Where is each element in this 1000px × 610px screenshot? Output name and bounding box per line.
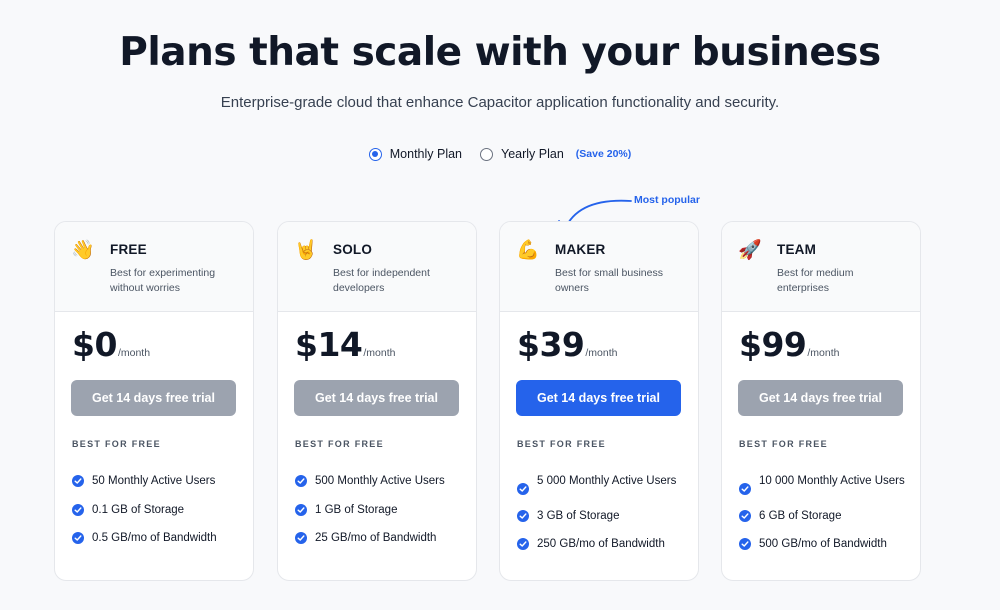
plan-header: 🤘 SOLO Best for independent developers bbox=[278, 222, 476, 312]
feature-item: 0.5 GB/mo of Bandwidth bbox=[72, 530, 242, 546]
price-period: /month bbox=[585, 347, 618, 359]
check-icon bbox=[517, 509, 529, 522]
feature-item: 250 GB/mo of Bandwidth bbox=[517, 536, 687, 552]
feature-text: 25 GB/mo of Bandwidth bbox=[315, 532, 437, 544]
check-icon bbox=[72, 475, 84, 487]
check-icon bbox=[739, 483, 751, 495]
free-trial-button[interactable]: Get 14 days free trial bbox=[738, 380, 903, 416]
features-section-label: BEST FOR FREE bbox=[517, 439, 606, 449]
yearly-plan-label: Yearly Plan bbox=[501, 147, 564, 161]
features-section-label: BEST FOR FREE bbox=[295, 439, 384, 449]
plan-price: $0 /month bbox=[72, 325, 150, 364]
price-amount: $0 bbox=[72, 325, 117, 364]
monthly-plan-option[interactable]: Monthly Plan bbox=[368, 147, 463, 161]
flexed-biceps-icon: 💪 bbox=[516, 240, 540, 261]
rocket-icon: 🚀 bbox=[738, 240, 762, 261]
feature-list: 50 Monthly Active Users 0.1 GB of Storag… bbox=[72, 473, 242, 559]
feature-text: 500 GB/mo of Bandwidth bbox=[759, 538, 887, 550]
feature-item: 500 Monthly Active Users bbox=[295, 473, 465, 489]
plan-card-solo: 🤘 SOLO Best for independent developers $… bbox=[277, 221, 477, 581]
plan-price: $99 /month bbox=[739, 325, 840, 364]
check-icon bbox=[295, 532, 307, 544]
feature-item: 0.1 GB of Storage bbox=[72, 502, 242, 518]
feature-item: 500 GB/mo of Bandwidth bbox=[739, 536, 909, 552]
feature-list: 5 000 Monthly Active Users 3 GB of Stora… bbox=[517, 473, 687, 565]
check-icon bbox=[295, 503, 307, 516]
monthly-plan-radio[interactable] bbox=[368, 147, 382, 161]
price-period: /month bbox=[807, 347, 840, 359]
feature-item: 50 Monthly Active Users bbox=[72, 473, 242, 489]
feature-text: 3 GB of Storage bbox=[537, 509, 620, 522]
page-title: Plans that scale with your business bbox=[119, 30, 881, 75]
check-icon bbox=[72, 532, 84, 544]
monthly-plan-label: Monthly Plan bbox=[389, 147, 463, 161]
plan-header: 💪 MAKER Best for small business owners bbox=[500, 222, 698, 312]
price-period: /month bbox=[117, 347, 151, 359]
feature-text: 0.5 GB/mo of Bandwidth bbox=[92, 532, 217, 544]
check-icon bbox=[295, 475, 307, 487]
plan-name: FREE bbox=[110, 242, 147, 257]
feature-item: 1 GB of Storage bbox=[295, 502, 465, 518]
check-icon bbox=[72, 503, 84, 516]
feature-text: 5 000 Monthly Active Users bbox=[537, 475, 677, 487]
feature-item: 5 000 Monthly Active Users bbox=[517, 473, 687, 495]
plan-name: SOLO bbox=[333, 242, 373, 257]
price-amount: $14 bbox=[295, 325, 363, 364]
plan-card-maker: 💪 MAKER Best for small business owners $… bbox=[499, 221, 699, 581]
feature-list: 10 000 Monthly Active Users 6 GB of Stor… bbox=[739, 473, 909, 565]
feature-item: 3 GB of Storage bbox=[517, 508, 687, 524]
plan-description: Best for independent developers bbox=[333, 267, 430, 294]
plan-price: $14 /month bbox=[295, 325, 396, 364]
yearly-plan-radio[interactable] bbox=[480, 147, 494, 161]
feature-text: 50 Monthly Active Users bbox=[92, 475, 216, 487]
price-amount: $99 bbox=[739, 325, 807, 364]
plan-description: Best for small business owners bbox=[555, 267, 663, 294]
feature-text: 500 Monthly Active Users bbox=[315, 475, 445, 487]
feature-text: 250 GB/mo of Bandwidth bbox=[537, 538, 665, 550]
feature-item: 6 GB of Storage bbox=[739, 508, 909, 524]
check-icon bbox=[517, 483, 529, 495]
plan-name: TEAM bbox=[777, 242, 817, 257]
rock-hand-icon: 🤘 bbox=[294, 240, 318, 261]
feature-list: 500 Monthly Active Users 1 GB of Storage… bbox=[295, 473, 465, 559]
feature-text: 0.1 GB of Storage bbox=[92, 503, 185, 516]
plan-header: 🚀 TEAM Best for medium enterprises bbox=[722, 222, 920, 312]
yearly-save-badge: (Save 20%) bbox=[575, 148, 632, 160]
price-period: /month bbox=[363, 347, 396, 359]
check-icon bbox=[517, 538, 529, 550]
plan-card-free: 👋 FREE Best for experimenting without wo… bbox=[54, 221, 254, 581]
feature-text: 6 GB of Storage bbox=[759, 509, 842, 522]
features-section-label: BEST FOR FREE bbox=[72, 439, 161, 449]
price-amount: $39 bbox=[517, 325, 585, 364]
yearly-plan-option[interactable]: Yearly Plan (Save 20%) bbox=[480, 147, 631, 161]
free-trial-button[interactable]: Get 14 days free trial bbox=[294, 380, 459, 416]
billing-toggle: Monthly Plan Yearly Plan (Save 20%) bbox=[0, 147, 1000, 161]
plan-description: Best for medium enterprises bbox=[777, 267, 854, 294]
feature-text: 1 GB of Storage bbox=[315, 503, 398, 516]
free-trial-button[interactable]: Get 14 days free trial bbox=[516, 380, 681, 416]
feature-text: 10 000 Monthly Active Users bbox=[759, 475, 905, 487]
features-section-label: BEST FOR FREE bbox=[739, 439, 828, 449]
waving-hand-icon: 👋 bbox=[71, 240, 95, 261]
feature-item: 10 000 Monthly Active Users bbox=[739, 473, 909, 495]
most-popular-label: Most popular bbox=[634, 194, 700, 206]
plan-header: 👋 FREE Best for experimenting without wo… bbox=[55, 222, 253, 312]
plan-card-team: 🚀 TEAM Best for medium enterprises $99 /… bbox=[721, 221, 921, 581]
page-subtitle: Enterprise-grade cloud that enhance Capa… bbox=[220, 94, 780, 111]
check-icon bbox=[739, 538, 751, 550]
feature-item: 25 GB/mo of Bandwidth bbox=[295, 530, 465, 546]
free-trial-button[interactable]: Get 14 days free trial bbox=[71, 380, 236, 416]
plan-price: $39 /month bbox=[517, 325, 618, 364]
plan-name: MAKER bbox=[555, 242, 606, 257]
plan-description: Best for experimenting without worries bbox=[110, 267, 216, 294]
check-icon bbox=[739, 509, 751, 522]
